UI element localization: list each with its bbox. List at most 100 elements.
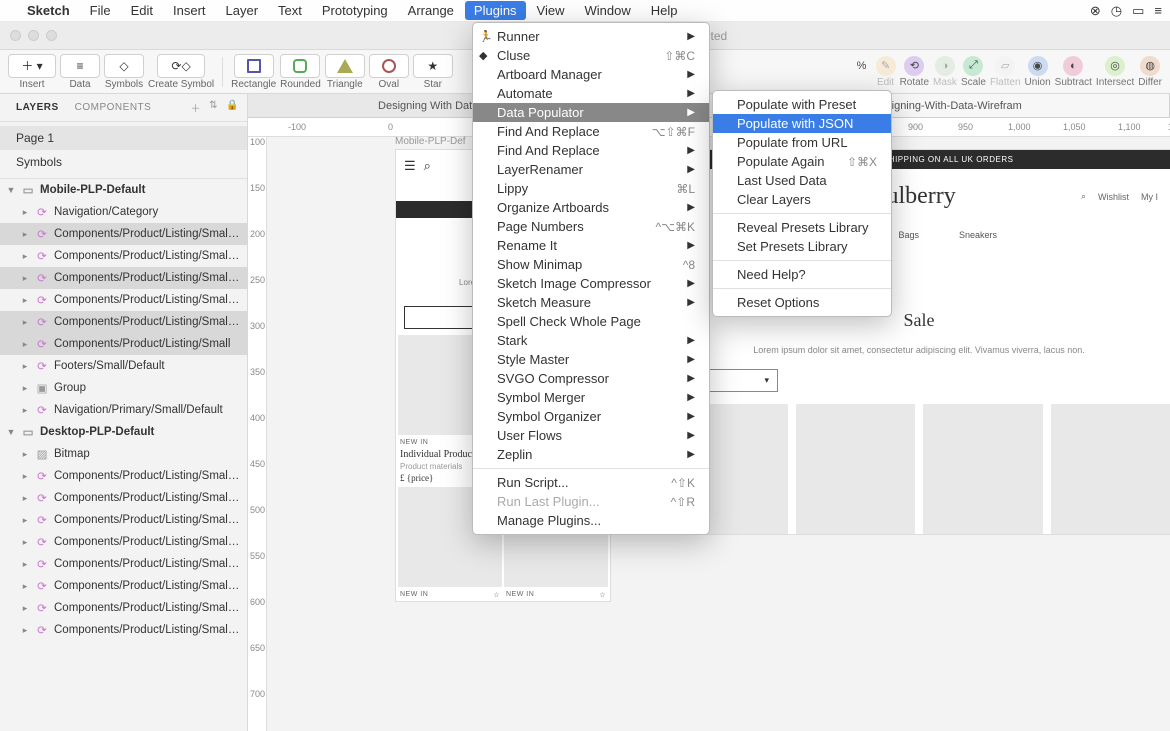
layer-row[interactable]: ▸⟳Footers/Small/Default bbox=[0, 355, 247, 377]
menu-item[interactable]: Data Populator▶ bbox=[473, 103, 709, 122]
status-icon[interactable]: ⊗ bbox=[1090, 3, 1101, 19]
clock-icon[interactable]: ◷ bbox=[1111, 3, 1122, 19]
insert-tool[interactable]: ＋ ▾ bbox=[8, 54, 56, 78]
layer-row[interactable]: ▸⟳Navigation/Category bbox=[0, 201, 247, 223]
menu-item[interactable]: Populate with JSON bbox=[713, 114, 891, 133]
menu-item[interactable]: Page Numbers^⌥⌘K bbox=[473, 217, 709, 236]
edit-tool[interactable]: ✎ bbox=[876, 56, 896, 76]
rectangle-tool[interactable] bbox=[234, 54, 274, 78]
layer-row[interactable]: ▸⟳Components/Product/Listing/Small C... bbox=[0, 245, 247, 267]
menu-file[interactable]: File bbox=[81, 1, 120, 20]
menu-arrange[interactable]: Arrange bbox=[399, 1, 463, 20]
menu-text[interactable]: Text bbox=[269, 1, 311, 20]
menu-item[interactable]: Lippy⌘L bbox=[473, 179, 709, 198]
artboard-header[interactable]: ▼▭Desktop-PLP-Default bbox=[0, 421, 247, 443]
menu-item[interactable]: Organize Artboards▶ bbox=[473, 198, 709, 217]
layer-row[interactable]: ▸⟳Components/Product/Listing/Small C... bbox=[0, 465, 247, 487]
layer-row[interactable]: ▸⟳Components/Product/Listing/Small C... bbox=[0, 311, 247, 333]
subtract-tool[interactable]: ◐ bbox=[1063, 56, 1083, 76]
minimize-window-button[interactable] bbox=[28, 30, 39, 41]
rounded-tool[interactable] bbox=[280, 54, 320, 78]
menu-item[interactable]: Populate Again⇧⌘X bbox=[713, 152, 891, 171]
menu-edit[interactable]: Edit bbox=[122, 1, 162, 20]
rotate-tool[interactable]: ⟲ bbox=[904, 56, 924, 76]
menu-item[interactable]: Set Presets Library bbox=[713, 237, 891, 256]
layer-row[interactable]: ▸▣Group bbox=[0, 377, 247, 399]
scale-tool[interactable]: ⤢ bbox=[963, 56, 983, 76]
layer-row[interactable]: ▸⟳Components/Product/Listing/Small C... bbox=[0, 267, 247, 289]
menu-item[interactable]: ◆Cluse⇧⌘C bbox=[473, 46, 709, 65]
layer-row[interactable]: ▸⟳Components/Product/Listing/Small C... bbox=[0, 575, 247, 597]
lock-icon[interactable]: 🔒 bbox=[226, 100, 239, 115]
artboard-label[interactable]: Mobile-PLP-Def bbox=[395, 136, 466, 147]
close-window-button[interactable] bbox=[10, 30, 21, 41]
menu-item[interactable]: Reveal Presets Library bbox=[713, 218, 891, 237]
triangle-tool[interactable] bbox=[325, 54, 365, 78]
menu-item[interactable]: Automate▶ bbox=[473, 84, 709, 103]
menu-item[interactable]: Artboard Manager▶ bbox=[473, 65, 709, 84]
difference-tool[interactable]: ◍ bbox=[1140, 56, 1160, 76]
intersect-tool[interactable]: ◎ bbox=[1105, 56, 1125, 76]
collapse-icon[interactable]: ⇅ bbox=[209, 100, 218, 115]
menu-prototyping[interactable]: Prototyping bbox=[313, 1, 397, 20]
menu-view[interactable]: View bbox=[528, 1, 574, 20]
layer-row[interactable]: ▸⟳Components/Product/Listing/Small C... bbox=[0, 487, 247, 509]
menu-item[interactable]: Zeplin▶ bbox=[473, 445, 709, 464]
menu-item[interactable]: Populate with Preset bbox=[713, 95, 891, 114]
layer-row[interactable]: ▸⟳Components/Product/Listing/Small C... bbox=[0, 553, 247, 575]
layer-row[interactable]: ▸⟳Components/Product/Listing/Small C... bbox=[0, 597, 247, 619]
union-tool[interactable]: ◉ bbox=[1028, 56, 1048, 76]
app-menu[interactable]: Sketch bbox=[18, 1, 79, 20]
page-item[interactable]: Symbols bbox=[0, 150, 247, 174]
menu-item[interactable]: Populate from URL bbox=[713, 133, 891, 152]
menu-item[interactable]: Find And Replace⌥⇧⌘F bbox=[473, 122, 709, 141]
display-icon[interactable]: ▭ bbox=[1132, 3, 1144, 19]
menu-item[interactable]: Rename It▶ bbox=[473, 236, 709, 255]
menu-item[interactable]: Clear Layers bbox=[713, 190, 891, 209]
menu-layer[interactable]: Layer bbox=[217, 1, 268, 20]
menu-item[interactable]: Stark▶ bbox=[473, 331, 709, 350]
tab-components[interactable]: COMPONENTS bbox=[67, 102, 160, 113]
add-page-icon[interactable]: ＋ bbox=[191, 100, 202, 115]
menu-item[interactable]: Spell Check Whole Page bbox=[473, 312, 709, 331]
layer-row[interactable]: ▸⟳Navigation/Primary/Small/Default bbox=[0, 399, 247, 421]
menu-plugins[interactable]: Plugins bbox=[465, 1, 526, 20]
flatten-tool[interactable]: ▱ bbox=[995, 56, 1015, 76]
menu-item[interactable]: Symbol Merger▶ bbox=[473, 388, 709, 407]
menu-item[interactable]: 🏃Runner▶ bbox=[473, 27, 709, 46]
notifications-icon[interactable]: ≡ bbox=[1154, 3, 1162, 19]
menu-item[interactable]: User Flows▶ bbox=[473, 426, 709, 445]
menu-insert[interactable]: Insert bbox=[164, 1, 215, 20]
layer-row[interactable]: ▸⟳Components/Product/Listing/Small C... bbox=[0, 509, 247, 531]
menu-item[interactable]: LayerRenamer▶ bbox=[473, 160, 709, 179]
layer-row[interactable]: ▸⟳Components/Product/Listing/Small C... bbox=[0, 289, 247, 311]
maximize-window-button[interactable] bbox=[46, 30, 57, 41]
layer-row[interactable]: ▸⟳Components/Product/Listing/Small C... bbox=[0, 619, 247, 641]
menu-item[interactable]: Sketch Image Compressor▶ bbox=[473, 274, 709, 293]
menu-item[interactable]: Need Help? bbox=[713, 265, 891, 284]
tab-layers[interactable]: LAYERS bbox=[8, 102, 67, 113]
menu-item[interactable]: Sketch Measure▶ bbox=[473, 293, 709, 312]
menu-item[interactable]: Run Script...^⇧K bbox=[473, 473, 709, 492]
menu-item[interactable]: Find And Replace▶ bbox=[473, 141, 709, 160]
oval-tool[interactable] bbox=[369, 54, 409, 78]
mask-tool[interactable]: ◑ bbox=[935, 56, 955, 76]
page-item[interactable]: Page 1 bbox=[0, 126, 247, 150]
menu-item[interactable]: SVGO Compressor▶ bbox=[473, 369, 709, 388]
menu-item[interactable]: Reset Options bbox=[713, 293, 891, 312]
menu-item[interactable]: Last Used Data bbox=[713, 171, 891, 190]
menu-item[interactable]: Style Master▶ bbox=[473, 350, 709, 369]
layer-row[interactable]: ▸⟳Components/Product/Listing/Small C... bbox=[0, 531, 247, 553]
create-symbol-tool[interactable]: ⟳◇ bbox=[157, 54, 205, 78]
artboard-header[interactable]: ▼▭Mobile-PLP-Default bbox=[0, 179, 247, 201]
menu-item[interactable]: Symbol Organizer▶ bbox=[473, 407, 709, 426]
layer-row[interactable]: ▸⟳Components/Product/Listing/Small C... bbox=[0, 223, 247, 245]
menu-item[interactable]: Manage Plugins... bbox=[473, 511, 709, 530]
menu-window[interactable]: Window bbox=[576, 1, 640, 20]
star-tool[interactable]: ★ bbox=[413, 54, 453, 78]
data-tool[interactable]: ≡ bbox=[60, 54, 100, 78]
layer-row[interactable]: ▸⟳Components/Product/Listing/Small bbox=[0, 333, 247, 355]
menu-help[interactable]: Help bbox=[642, 1, 687, 20]
symbols-tool[interactable]: ◇ bbox=[104, 54, 144, 78]
menu-item[interactable]: Show Minimap^8 bbox=[473, 255, 709, 274]
